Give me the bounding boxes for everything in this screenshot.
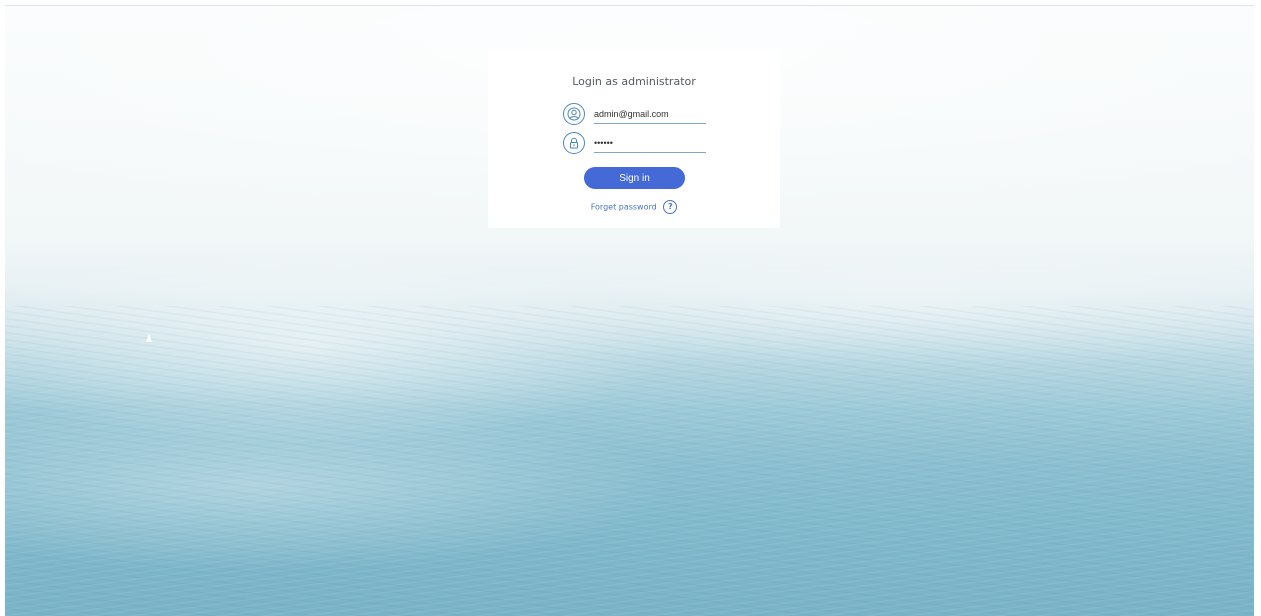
login-card: Login as administrator Sign i (488, 49, 780, 228)
user-icon (563, 103, 585, 125)
email-field-row (563, 103, 708, 127)
lock-icon (563, 132, 585, 154)
background-scene: Login as administrator Sign i (5, 5, 1254, 616)
email-field[interactable] (594, 105, 706, 124)
forget-password-row: Forget password ? (488, 200, 780, 214)
sea-ripples (5, 306, 1254, 616)
question-mark-icon[interactable]: ? (663, 200, 678, 214)
login-title: Login as administrator (572, 75, 696, 88)
password-field-row (563, 132, 708, 156)
password-field[interactable] (594, 134, 706, 153)
sailboat (146, 333, 152, 342)
sign-in-button[interactable]: Sign in (584, 167, 685, 189)
forget-password-link[interactable]: Forget password (591, 203, 657, 212)
